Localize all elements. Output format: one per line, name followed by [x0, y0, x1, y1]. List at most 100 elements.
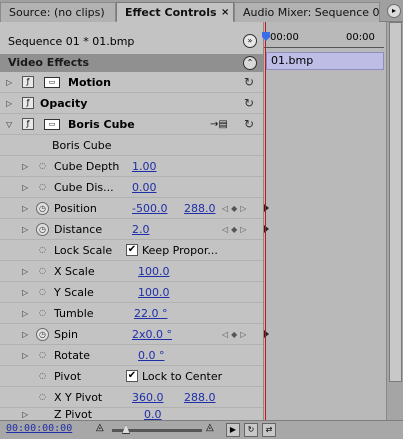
custom-setup-icon[interactable]: →▤ [210, 114, 228, 135]
property-row[interactable]: ▷ Z Pivot 0.0 [0, 408, 263, 420]
property-row-position[interactable]: ▷ ◷ Position -500.0 288.0 ◁◆▷ [0, 198, 263, 219]
effect-row-boris-cube[interactable]: ▽ ƒ ▭ Boris Cube →▤ ↻ [0, 114, 263, 135]
time-ruler[interactable]: 00:00 00:00 [264, 30, 384, 50]
expand-triangle-icon[interactable]: ▷ [22, 156, 28, 177]
panel-menu-icon[interactable]: ▸ [387, 4, 401, 18]
vertical-scrollbar[interactable] [386, 22, 403, 420]
property-value[interactable]: 0.0 ° [138, 345, 165, 366]
stopwatch-icon[interactable]: ◌ [36, 286, 49, 299]
property-value[interactable]: 2x0.0 ° [132, 324, 172, 345]
effect-row-motion[interactable]: ▷ ƒ ▭ Motion ↻ [0, 72, 263, 93]
keyframe-nav-icon[interactable]: ◁◆▷ [222, 219, 249, 240]
footer-bar: 00:00:00:00 ◬ ◬ ▶ ↻ ⇄ [0, 420, 403, 439]
property-value[interactable]: 0.00 [132, 177, 157, 198]
stopwatch-icon[interactable]: ◷ [36, 328, 49, 341]
stopwatch-icon[interactable]: ◷ [36, 202, 49, 215]
expand-triangle-icon[interactable]: ▷ [22, 177, 28, 198]
expand-triangle-icon[interactable]: ▷ [22, 198, 28, 219]
property-row[interactable]: ▷ ◌ Tumble 22.0 ° [0, 303, 263, 324]
ruler-time-start: 00:00 [270, 32, 299, 43]
loop-icon[interactable]: ↻ [244, 423, 258, 437]
stopwatch-icon[interactable]: ◷ [36, 223, 49, 236]
property-value[interactable]: 0.0 [144, 408, 162, 420]
toggle-icon[interactable]: ⇄ [262, 423, 276, 437]
sequence-clip-text: Sequence 01 * 01.bmp [8, 35, 135, 48]
reset-icon[interactable]: ↻ [244, 93, 254, 114]
keep-proportions-checkbox[interactable]: ✔ [126, 244, 138, 256]
property-value[interactable]: 100.0 [138, 261, 170, 282]
tab-audio-mixer[interactable]: Audio Mixer: Sequence 01 [234, 2, 380, 22]
expand-triangle-icon[interactable]: ▷ [22, 261, 28, 282]
expand-triangle-icon[interactable]: ▷ [22, 324, 28, 345]
stopwatch-icon[interactable]: ◌ [36, 181, 49, 194]
effect-name: Boris Cube [68, 118, 135, 131]
keyframe-nav-icon[interactable]: ◁◆▷ [222, 324, 249, 345]
zoom-slider[interactable] [112, 425, 202, 434]
property-value[interactable]: 1.00 [132, 156, 157, 177]
expand-triangle-icon[interactable]: ▷ [22, 303, 28, 324]
expand-triangle-icon[interactable]: ▷ [22, 219, 28, 240]
reset-icon[interactable]: ↻ [244, 114, 254, 135]
clip-name: 01.bmp [271, 54, 314, 67]
property-row[interactable]: ◌ X Y Pivot 360.0 288.0 [0, 387, 263, 408]
close-icon[interactable]: × [221, 3, 229, 21]
lock-to-center-checkbox[interactable]: ✔ [126, 370, 138, 382]
show-hide-timeline-icon[interactable]: » [243, 34, 257, 48]
effect-row-opacity[interactable]: ▷ ƒ Opacity ↻ [0, 93, 263, 114]
property-value-x[interactable]: 360.0 [132, 387, 164, 408]
expand-triangle-icon[interactable]: ▷ [22, 408, 28, 420]
fx-toggle-icon[interactable]: ƒ [22, 76, 34, 88]
property-name: X Scale [54, 265, 95, 278]
stopwatch-icon[interactable]: ◌ [36, 370, 49, 383]
property-row-distance[interactable]: ▷ ◷ Distance 2.0 ◁◆▷ [0, 219, 263, 240]
current-time-indicator[interactable] [262, 22, 270, 420]
effect-timeline-pane[interactable]: 00:00 00:00 01.bmp [262, 22, 403, 420]
tab-effect-controls-label: Effect Controls [125, 6, 217, 19]
expand-triangle-icon[interactable]: ▷ [6, 93, 12, 114]
fx-toggle-icon[interactable]: ƒ [22, 118, 34, 130]
play-audio-icon[interactable]: ▶ [226, 423, 240, 437]
sequence-clip-label: Sequence 01 * 01.bmp » [0, 30, 263, 54]
collapse-icon[interactable]: ⌃ [243, 56, 257, 70]
collapse-triangle-icon[interactable]: ▽ [6, 114, 12, 135]
property-row[interactable]: ▷ ◌ X Scale 100.0 [0, 261, 263, 282]
stopwatch-icon[interactable]: ◌ [36, 265, 49, 278]
property-value-y[interactable]: 288.0 [184, 387, 216, 408]
reset-icon[interactable]: ↻ [244, 72, 254, 93]
zoom-in-icon[interactable]: ◬ [206, 422, 214, 433]
property-row-lock-scale[interactable]: ◌ Lock Scale ✔ Keep Propor... [0, 240, 263, 261]
ruler-baseline [264, 47, 384, 48]
scrollbar-thumb[interactable] [389, 22, 402, 382]
property-value[interactable]: 2.0 [132, 219, 150, 240]
property-row-pivot[interactable]: ◌ Pivot ✔ Lock to Center [0, 366, 263, 387]
property-row-spin[interactable]: ▷ ◷ Spin 2x0.0 ° ◁◆▷ [0, 324, 263, 345]
current-timecode[interactable]: 00:00:00:00 [6, 423, 72, 434]
checkbox-label: Lock to Center [142, 370, 223, 383]
stopwatch-icon[interactable]: ◌ [36, 307, 49, 320]
zoom-out-icon[interactable]: ◬ [96, 422, 104, 433]
property-row[interactable]: ▷ ◌ Y Scale 100.0 [0, 282, 263, 303]
fx-toggle-icon[interactable]: ƒ [22, 97, 34, 109]
expand-triangle-icon[interactable]: ▷ [22, 282, 28, 303]
property-row[interactable]: ▷ ◌ Rotate 0.0 ° [0, 345, 263, 366]
property-row[interactable]: ▷ ◌ Cube Dis... 0.00 [0, 177, 263, 198]
tab-source[interactable]: Source: (no clips) [0, 2, 116, 22]
property-value[interactable]: 100.0 [138, 282, 170, 303]
stopwatch-icon[interactable]: ◌ [36, 244, 49, 257]
stopwatch-icon[interactable]: ◌ [36, 349, 49, 362]
property-row[interactable]: ▷ ◌ Cube Depth 1.00 [0, 156, 263, 177]
expand-triangle-icon[interactable]: ▷ [22, 345, 28, 366]
stopwatch-icon[interactable]: ◌ [36, 391, 49, 404]
tab-effect-controls[interactable]: Effect Controls × [116, 2, 234, 22]
expand-triangle-icon[interactable]: ▷ [6, 72, 12, 93]
property-name: Spin [54, 328, 78, 341]
clip-bar[interactable]: 01.bmp [266, 52, 384, 70]
zoom-slider-thumb[interactable] [122, 425, 130, 434]
keyframe-nav-icon[interactable]: ◁◆▷ [222, 198, 249, 219]
property-value-y[interactable]: 288.0 [184, 198, 216, 219]
property-name: Pivot [54, 370, 82, 383]
video-effects-title: Video Effects [8, 56, 90, 69]
stopwatch-icon[interactable]: ◌ [36, 160, 49, 173]
property-value-x[interactable]: -500.0 [132, 198, 167, 219]
property-value[interactable]: 22.0 ° [134, 303, 168, 324]
